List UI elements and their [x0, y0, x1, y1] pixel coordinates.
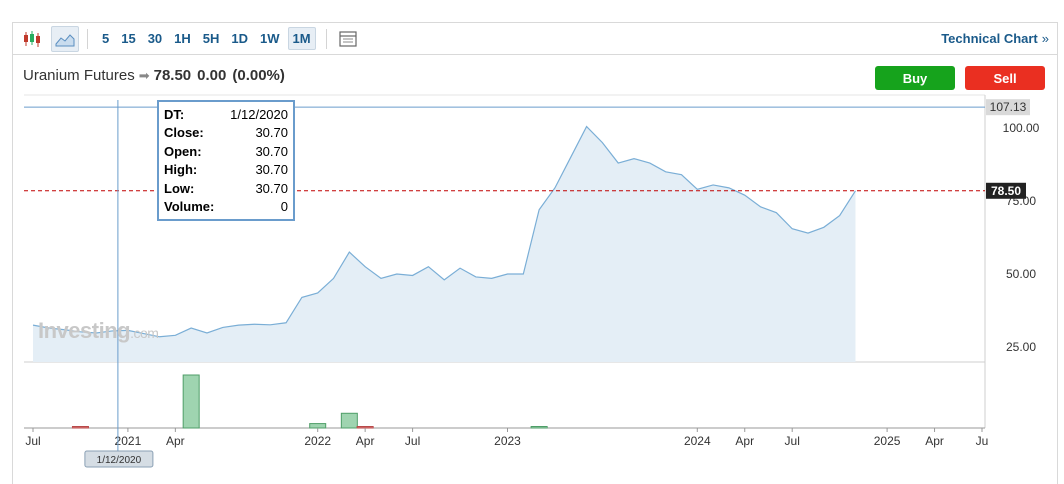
data-point — [236, 323, 241, 328]
data-point — [537, 207, 542, 212]
y-tick-label: 100.00 — [1003, 121, 1040, 135]
tooltip-key: High: — [164, 162, 198, 178]
data-point — [347, 250, 352, 255]
tooltip-row: High: 30.70 — [164, 161, 288, 179]
data-point — [632, 156, 637, 161]
x-tick-label: Jul — [405, 434, 420, 448]
volume-bar-up — [530, 426, 548, 429]
x-tick-label: 2024 — [684, 434, 711, 448]
data-point — [806, 231, 811, 236]
tooltip-row: Low: 30.70 — [164, 180, 288, 198]
x-tick-label: Jul — [785, 434, 800, 448]
tooltip-value: 30.70 — [255, 180, 288, 196]
data-point — [363, 264, 368, 269]
data-point — [821, 225, 826, 230]
tooltip-row: Open: 30.70 — [164, 143, 288, 161]
x-tick-label: Apr — [166, 434, 185, 448]
watermark-main: Investing — [38, 318, 131, 343]
data-point — [220, 325, 225, 330]
tooltip-value: 0 — [280, 198, 288, 214]
volume-bar-up — [309, 423, 327, 429]
data-point — [426, 264, 431, 269]
data-point — [284, 320, 289, 325]
data-point — [473, 274, 478, 279]
data-point — [790, 226, 795, 231]
x-tick-label: 2022 — [304, 434, 331, 448]
volume-bar-down — [71, 426, 89, 429]
tooltip-value: 1/12/2020 — [230, 107, 288, 122]
tooltip-row: Close: 30.70 — [164, 124, 288, 142]
y-tick-label: 25.00 — [1006, 340, 1036, 354]
data-point — [505, 272, 510, 277]
x-tick-label: Ju — [976, 434, 989, 448]
crosshair-date-label: 1/12/2020 — [97, 455, 142, 466]
tooltip-row: Volume: 0 — [164, 198, 288, 216]
data-point — [394, 272, 399, 277]
tooltip-key: Close: — [164, 125, 204, 141]
tooltip-value: 30.70 — [255, 143, 288, 159]
data-tooltip: DT: 1/12/2020 Close: 30.70 Open: 30.70 High… — [157, 100, 295, 221]
data-point — [331, 276, 336, 281]
x-tick-label: 2025 — [874, 434, 901, 448]
data-point — [204, 330, 209, 335]
x-tick-label: Jul — [25, 434, 40, 448]
data-point — [173, 333, 178, 338]
last-price-label: 78.50 — [991, 184, 1021, 198]
data-point — [489, 276, 494, 281]
data-point — [774, 210, 779, 215]
tooltip-row: DT: 1/12/2020 — [164, 106, 288, 124]
volume-bar-up — [182, 374, 200, 429]
data-point — [742, 193, 747, 198]
data-point — [189, 326, 194, 331]
x-tick-label: Apr — [735, 434, 754, 448]
data-point — [31, 323, 36, 328]
volume-bar-up — [340, 412, 358, 429]
y-tick-label: 50.00 — [1006, 267, 1036, 281]
data-point — [268, 322, 273, 327]
data-point — [252, 322, 257, 327]
tooltip-key: DT: — [164, 107, 185, 122]
data-point — [647, 161, 652, 166]
price-chart[interactable]: 100.0075.0050.0025.00107.1378.50Jul 2021 A… — [0, 0, 1064, 483]
data-point — [726, 185, 731, 190]
data-point — [315, 290, 320, 295]
high-marker-label: 107.13 — [990, 100, 1027, 114]
investing-watermark: Investing.com — [38, 318, 159, 344]
x-tick-label: 2023 — [494, 434, 521, 448]
data-point — [521, 272, 526, 277]
tooltip-key: Volume: — [164, 198, 215, 214]
tooltip-key: Low: — [164, 180, 195, 196]
x-tick-label: Apr — [356, 434, 375, 448]
x-tick-label: Apr — [925, 434, 944, 448]
data-point — [758, 204, 763, 209]
data-point — [711, 182, 716, 187]
data-point — [679, 172, 684, 177]
data-point — [410, 273, 415, 278]
data-point — [837, 213, 842, 218]
data-point — [378, 276, 383, 281]
data-point — [552, 185, 557, 190]
data-point — [584, 124, 589, 129]
data-point — [299, 295, 304, 300]
data-point — [600, 140, 605, 145]
tooltip-key: Open: — [164, 143, 202, 159]
x-tick-label: 2021 — [115, 434, 142, 448]
data-point — [616, 161, 621, 166]
tooltip-value: 30.70 — [255, 125, 288, 141]
data-point — [442, 277, 447, 282]
data-point — [663, 169, 668, 174]
data-point — [568, 155, 573, 160]
data-point — [458, 266, 463, 271]
watermark-suffix: .com — [130, 325, 159, 341]
tooltip-value: 30.70 — [255, 162, 288, 178]
volume-bar-down — [356, 426, 374, 429]
